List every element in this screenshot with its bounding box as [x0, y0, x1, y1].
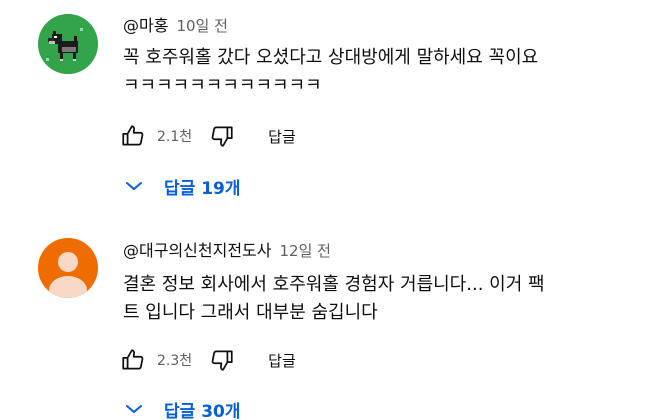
thumbs-down-icon	[211, 126, 233, 147]
like-count: 2.3천	[157, 353, 193, 369]
comment-header: @대구의신천지전도사 12일 전	[123, 237, 331, 261]
comment-text-line: 트 입니다 그래서 대부분 숨깁니다	[123, 302, 378, 323]
comment-text-line: 꼭 호주워홀 갔다 오셨다고 상대방에게 말하세요 꼭이요	[123, 47, 539, 68]
dislike-button[interactable]	[204, 118, 240, 154]
chevron-down-icon	[122, 397, 146, 420]
comment-text-line: 결혼 정보 회사에서 호주워홀 경험자 거릅니다... 이거 팩	[123, 274, 545, 295]
default-person-avatar-icon[interactable]	[38, 238, 98, 298]
like-button[interactable]	[115, 118, 151, 154]
comment-timestamp[interactable]: 12일 전	[279, 240, 330, 261]
comment-timestamp[interactable]: 10일 전	[176, 15, 227, 36]
comment-text: 꼭 호주워홀 갔다 오셨다고 상대방에게 말하세요 꼭이요 ㅋㅋㅋㅋㅋㅋㅋㅋㅋㅋ…	[123, 44, 653, 100]
reply-button[interactable]: 답글	[264, 118, 300, 155]
thumbs-down-icon	[211, 350, 233, 371]
like-count: 2.1천	[157, 129, 193, 145]
comment-toolbar: 2.3천 답글	[115, 342, 300, 378]
reply-button[interactable]: 답글	[264, 342, 300, 379]
view-replies-button[interactable]: 답글 19개	[122, 168, 241, 204]
dislike-button[interactable]	[204, 342, 240, 378]
chevron-down-icon	[122, 174, 146, 198]
comment-toolbar: 2.1천 답글	[115, 118, 300, 154]
view-replies-button[interactable]: 답글 30개	[122, 391, 241, 420]
comment-author[interactable]: @마홍	[123, 12, 168, 36]
like-button[interactable]	[115, 342, 151, 378]
comments-section: @마홍 10일 전 꼭 호주워홀 갔다 오셨다고 상대방에게 말하세요 꼭이요 …	[0, 0, 665, 420]
replies-count-label: 답글 19개	[164, 178, 241, 199]
thumbs-up-icon	[122, 125, 144, 146]
thumbs-up-icon	[122, 349, 144, 370]
comment-header: @마홍 10일 전	[123, 12, 228, 36]
comment-text: 결혼 정보 회사에서 호주워홀 경험자 거릅니다... 이거 팩 트 입니다 그…	[123, 271, 653, 327]
comment-text-line: ㅋㅋㅋㅋㅋㅋㅋㅋㅋㅋㅋㅋ	[123, 75, 322, 96]
replies-count-label: 답글 30개	[164, 401, 241, 420]
comment-author[interactable]: @대구의신천지전도사	[123, 237, 271, 261]
dog-avatar-icon[interactable]	[38, 14, 98, 74]
